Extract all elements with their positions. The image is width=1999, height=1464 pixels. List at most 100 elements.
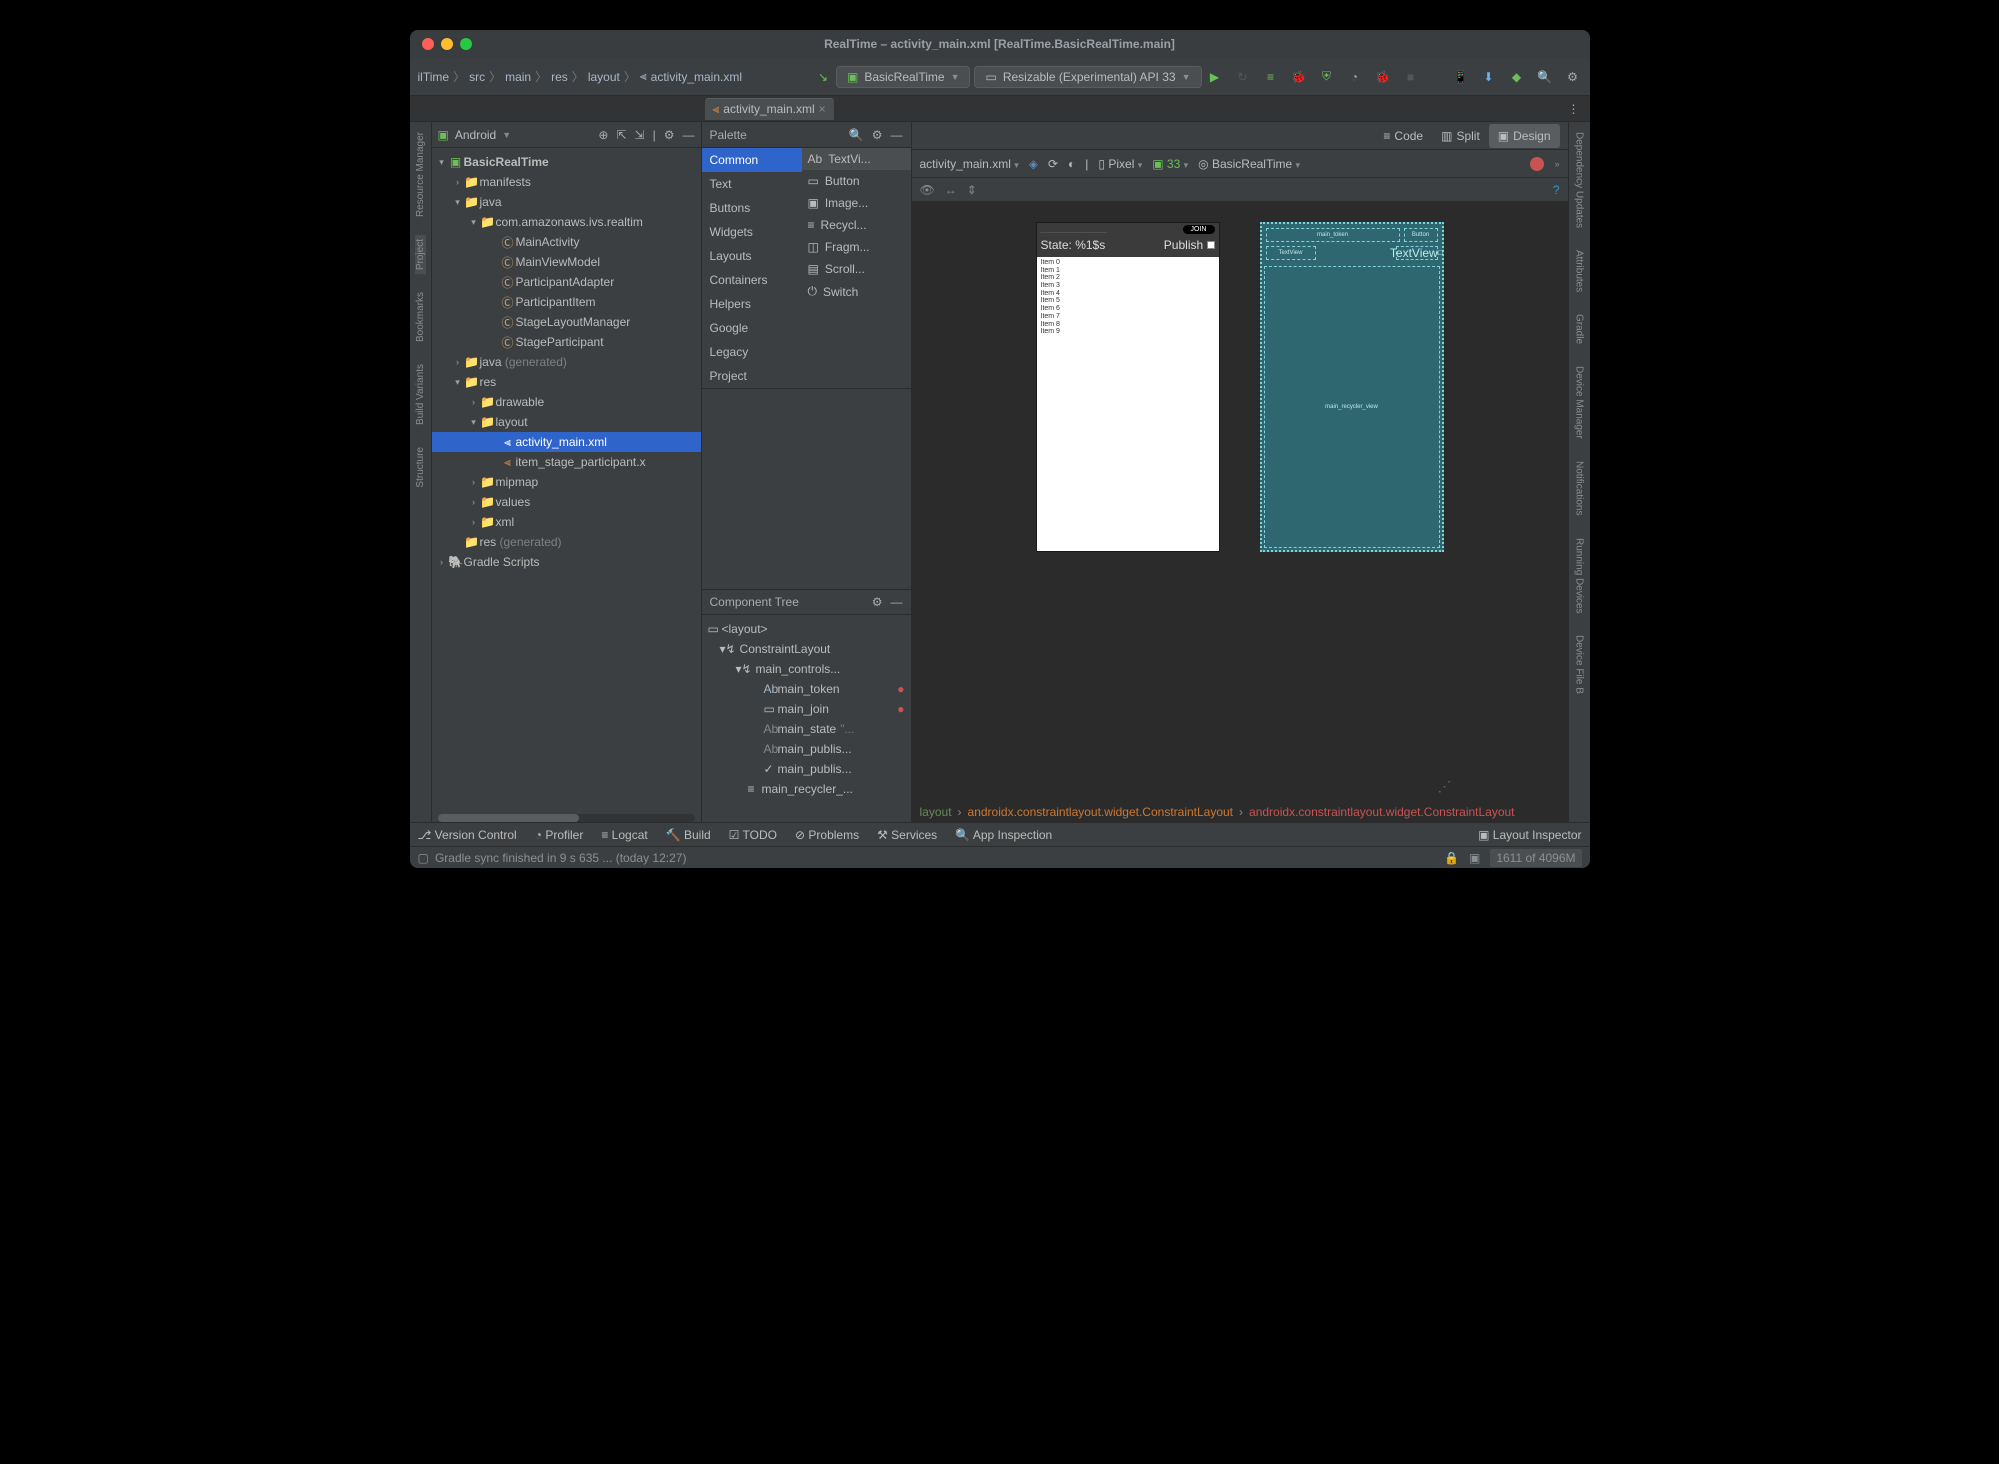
expand-icon[interactable]: ⇱ (616, 128, 626, 142)
attach-debugger-icon[interactable]: 🐞 (1374, 68, 1392, 86)
rail-resource-manager[interactable]: Resource Manager (415, 128, 426, 221)
lock-icon[interactable]: 🔒 (1444, 851, 1459, 865)
palette-item-fragment[interactable]: ◫Fragm... (802, 236, 911, 258)
palette-item-imageview[interactable]: ▣Image... (802, 192, 911, 214)
logcat-tab[interactable]: ≡ Logcat (601, 828, 647, 842)
project-tree[interactable]: ▾▣BasicRealTime ›📁manifests ▾📁java ▾📁com… (432, 148, 701, 814)
profiler-icon[interactable]: ◔ (1346, 68, 1364, 86)
palette-cat-helpers[interactable]: Helpers (702, 292, 802, 316)
settings-icon[interactable]: ⚙ (872, 595, 883, 609)
help-icon[interactable]: ? (1553, 183, 1560, 197)
blueprint-preview[interactable]: main_token Button TextView TextView☐ mai… (1260, 222, 1444, 552)
palette-item-switch[interactable]: ⏻Switch (802, 280, 911, 303)
palette-item-recycler[interactable]: ≡Recycl... (802, 214, 911, 236)
run-config-select[interactable]: ▣BasicRealTime▼ (836, 66, 971, 88)
profiler-tab[interactable]: ◔ Profiler (535, 828, 584, 842)
design-breadcrumb[interactable]: layout › androidx.constraintlayout.widge… (912, 800, 1568, 822)
horizontal-scrollbar[interactable] (438, 814, 695, 822)
palette-cat-text[interactable]: Text (702, 172, 802, 196)
palette-cat-google[interactable]: Google (702, 316, 802, 340)
rail-device-manager[interactable]: Device Manager (1574, 362, 1585, 443)
settings-icon[interactable]: ⚙ (872, 128, 883, 142)
hide-icon[interactable]: — (683, 128, 695, 142)
palette-cat-layouts[interactable]: Layouts (702, 244, 802, 268)
rail-bookmarks[interactable]: Bookmarks (415, 288, 426, 346)
device-picker[interactable]: ▯ Pixel ▾ (1098, 157, 1142, 171)
layout-inspector-tab[interactable]: ▣ Layout Inspector (1478, 828, 1581, 842)
design-canvas[interactable]: _________________ JOIN State: %1$s Publi… (912, 202, 1568, 800)
rail-project[interactable]: Project (415, 235, 426, 274)
minimize-icon[interactable]: — (891, 595, 903, 609)
surface-icon[interactable]: ◈ (1029, 157, 1038, 171)
palette-item-button[interactable]: ▭Button (802, 170, 911, 192)
preview-join-button: JOIN (1183, 225, 1215, 234)
error-indicator[interactable] (1530, 157, 1544, 171)
project-view-select[interactable]: Android (455, 128, 496, 142)
orientation-icon[interactable]: ⟳ (1048, 157, 1058, 171)
rail-gradle[interactable]: Gradle (1574, 310, 1585, 348)
todo-tab[interactable]: ☑ TODO (729, 828, 777, 842)
theme-picker[interactable]: ◎ BasicRealTime ▾ (1198, 157, 1300, 171)
palette-item-scroll[interactable]: ▤Scroll... (802, 258, 911, 280)
palette-categories: Common Text Buttons Widgets Layouts Cont… (702, 148, 802, 388)
run-icon[interactable]: ▶ (1206, 68, 1224, 86)
collapse-icon[interactable]: ⇲ (635, 128, 645, 142)
status-bar: ▢ Gradle sync finished in 9 s 635 ... (t… (410, 846, 1590, 868)
vcs-tab[interactable]: ⎇ Version Control (418, 828, 517, 842)
problems-tab[interactable]: ⊘ Problems (795, 828, 859, 842)
device-select[interactable]: ▭Resizable (Experimental) API 33▼ (974, 66, 1201, 88)
palette-item-textview[interactable]: AbTextVi... (802, 148, 911, 170)
night-mode-icon[interactable]: ◐ (1068, 157, 1075, 171)
palette-cat-common[interactable]: Common (702, 148, 802, 172)
rail-build-variants[interactable]: Build Variants (415, 360, 426, 429)
app-inspection-tab[interactable]: 🔍 App Inspection (955, 828, 1052, 842)
component-tree[interactable]: ▭<layout> ▾↯ConstraintLayout ▾↯main_cont… (702, 615, 911, 823)
rail-notifications[interactable]: Notifications (1574, 457, 1585, 519)
settings-icon[interactable]: ⚙ (1564, 68, 1582, 86)
apply-changes-icon[interactable]: ↻ (1234, 68, 1252, 86)
apply-code-icon[interactable]: ≡ (1262, 68, 1280, 86)
inspections-icon[interactable]: ▣ (1469, 851, 1480, 865)
search-icon[interactable]: 🔍 (1536, 68, 1554, 86)
more-icon[interactable]: ⋮ (1568, 102, 1580, 116)
minimize-icon[interactable]: — (891, 128, 903, 142)
search-icon[interactable]: 🔍 (849, 128, 864, 142)
debug-icon[interactable]: 🐞 (1290, 68, 1308, 86)
coverage-icon[interactable]: ⛨ (1318, 68, 1336, 86)
options-icon[interactable]: ⚙ (664, 128, 675, 142)
api-picker[interactable]: ▣ 33 ▾ (1152, 157, 1188, 171)
rail-running-devices[interactable]: Running Devices (1574, 534, 1585, 618)
tab-activity-main[interactable]: ⫷activity_main.xml× (705, 98, 834, 120)
breadcrumb[interactable]: ilTime〉 src〉 main〉 res〉 layout〉 ⫷activit… (418, 68, 743, 85)
palette-cat-widgets[interactable]: Widgets (702, 220, 802, 244)
palette-cat-buttons[interactable]: Buttons (702, 196, 802, 220)
layout-file-select[interactable]: activity_main.xml ▾ (920, 157, 1019, 171)
palette-cat-legacy[interactable]: Legacy (702, 340, 802, 364)
palette-cat-containers[interactable]: Containers (702, 268, 802, 292)
autoconnect-icon[interactable]: ⇕ (967, 183, 977, 197)
view-code-button[interactable]: ≡ Code (1374, 124, 1432, 148)
memory-indicator[interactable]: 1611 of 4096M (1490, 849, 1581, 867)
rail-attributes[interactable]: Attributes (1574, 246, 1585, 296)
sdk-icon[interactable]: ⬇ (1480, 68, 1498, 86)
sync-icon[interactable]: ↘ (814, 68, 832, 86)
services-tab[interactable]: ⚒ Services (877, 828, 937, 842)
rail-dependency-updates[interactable]: Dependency Updates (1574, 128, 1585, 232)
resize-grip-icon[interactable]: ⋰ (1438, 778, 1450, 790)
rail-structure[interactable]: Structure (415, 443, 426, 492)
app-links-icon[interactable]: ◆ (1508, 68, 1526, 86)
stop-icon[interactable]: ■ (1402, 68, 1420, 86)
rail-device-file[interactable]: Device File B (1574, 631, 1585, 698)
locate-icon[interactable]: ⊕ (598, 128, 608, 142)
terminal-icon[interactable]: ▢ (418, 851, 429, 865)
palette-cat-project[interactable]: Project (702, 364, 802, 388)
build-tab[interactable]: 🔨 Build (666, 828, 711, 842)
design-editor: ≡ Code ▥ Split ▣ Design activity_main.xm… (912, 122, 1568, 822)
pan-icon[interactable]: ↔ (945, 183, 957, 197)
design-preview[interactable]: _________________ JOIN State: %1$s Publi… (1036, 222, 1220, 552)
eye-icon[interactable]: 👁 (920, 183, 935, 197)
view-split-button[interactable]: ▥ Split (1432, 124, 1489, 148)
close-icon[interactable]: × (819, 102, 826, 116)
view-design-button[interactable]: ▣ Design (1489, 124, 1560, 148)
avd-icon[interactable]: 📱 (1452, 68, 1470, 86)
